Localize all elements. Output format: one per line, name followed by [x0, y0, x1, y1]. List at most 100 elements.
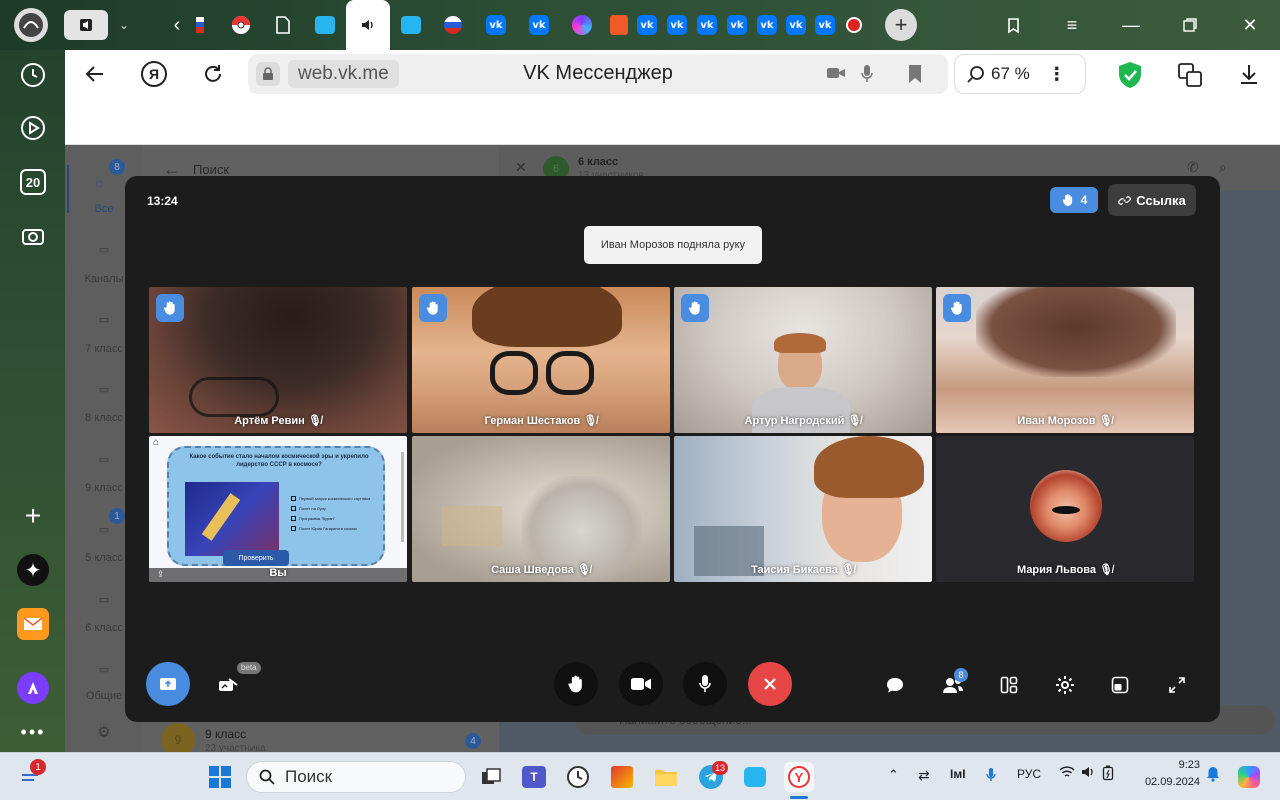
participant-tile[interactable]: Артур Нагродский 🎙︎̸ — [674, 287, 932, 433]
copilot-icon[interactable] — [1236, 764, 1262, 790]
close-chat-icon[interactable]: ✕ — [515, 159, 527, 176]
tab-vk-icon[interactable]: vk — [524, 10, 554, 40]
tab-chat-app-icon[interactable] — [310, 10, 340, 40]
sparkle-app-icon[interactable]: ✦ — [17, 554, 49, 586]
tab-record-icon[interactable] — [839, 10, 869, 40]
tab-vk-icon[interactable]: vk — [781, 10, 811, 40]
close-window-icon[interactable]: ✕ — [1236, 12, 1264, 38]
chat-button[interactable] — [880, 670, 910, 700]
participant-tile[interactable]: Иван Морозов 🎙︎̸ — [936, 287, 1194, 433]
new-tab-plus-icon[interactable]: + — [885, 9, 917, 41]
reload-icon[interactable] — [201, 62, 225, 91]
store-app-icon[interactable] — [607, 762, 637, 792]
minimize-icon[interactable]: — — [1117, 12, 1145, 38]
participant-tile[interactable]: Артём Ревин 🎙︎̸ — [149, 287, 407, 433]
tab-vk-icon[interactable]: vk — [810, 10, 840, 40]
download-icon[interactable] — [1237, 62, 1261, 91]
taskbar-search[interactable]: Поиск — [246, 761, 466, 793]
add-sidebar-plus-icon[interactable]: + — [17, 500, 49, 532]
url-field[interactable]: web.vk.me VK Мессенджер — [248, 54, 948, 94]
more-options-icon[interactable]: ⋮ — [1048, 64, 1066, 85]
screen-share-tile[interactable]: ⌂ Какое событие стало началом космическо… — [149, 436, 407, 582]
participant-tile[interactable]: Герман Шестаков 🎙︎̸ — [412, 287, 670, 433]
raised-hands-button[interactable]: 4 — [1050, 187, 1098, 213]
clock-time[interactable]: 9:23 — [1136, 759, 1200, 771]
chat-search-label[interactable]: Поиск — [193, 162, 229, 177]
end-call-button[interactable] — [748, 662, 792, 706]
settings-gear-icon[interactable]: ⚙ — [65, 723, 143, 741]
copy-link-button[interactable]: Ссылка — [1108, 184, 1196, 216]
bookmark-icon[interactable] — [908, 64, 922, 89]
video-play-icon[interactable] — [17, 112, 49, 144]
tab-vk-icon[interactable]: vk — [632, 10, 662, 40]
chat-search-icon[interactable]: ⌕ — [1219, 159, 1227, 176]
chat-name[interactable]: 9 класс — [205, 727, 246, 741]
tab-pokeball-icon[interactable] — [226, 10, 256, 40]
quiz-card: Какое событие стало началом космической … — [167, 446, 385, 566]
file-explorer-icon[interactable] — [651, 762, 681, 792]
teams-app-icon[interactable]: T — [519, 762, 549, 792]
active-tab-vk-messenger[interactable] — [346, 0, 390, 50]
back-arrow-icon[interactable] — [83, 62, 107, 91]
zoom-indicator[interactable]: 67 % ⋮ — [954, 54, 1086, 94]
menu-icon[interactable]: ≡ — [1058, 12, 1086, 38]
tray-microphone-icon[interactable] — [986, 767, 996, 786]
restore-icon[interactable] — [1176, 12, 1204, 38]
share-screen-button[interactable] — [146, 662, 190, 706]
raise-hand-button[interactable] — [554, 662, 598, 706]
tab-vk-icon[interactable]: vk — [662, 10, 692, 40]
history-clock-icon[interactable] — [17, 59, 49, 91]
clock-app-icon[interactable] — [563, 762, 593, 792]
tab-chat-app-icon-2[interactable] — [396, 10, 426, 40]
tab-vk-icon[interactable]: vk — [481, 10, 511, 40]
tab-vk-icon[interactable]: vk — [752, 10, 782, 40]
wifi-icon[interactable] — [1059, 765, 1075, 782]
tray-arrows-icon[interactable]: ⇄ — [918, 767, 930, 784]
layout-button[interactable] — [994, 670, 1024, 700]
chat-title[interactable]: 6 класс — [578, 156, 618, 168]
clock-date[interactable]: 02.09.2024 — [1136, 776, 1200, 788]
yandex-logo-icon[interactable]: Я — [141, 61, 167, 87]
tab-flag-icon[interactable] — [192, 10, 208, 40]
screenshot-camera-icon[interactable] — [17, 220, 49, 252]
tab-alice-icon[interactable] — [567, 10, 597, 40]
alice-assistant-icon[interactable] — [17, 672, 49, 704]
task-view-icon[interactable] — [476, 762, 506, 792]
effects-button[interactable] — [213, 670, 243, 700]
microphone-toggle-button[interactable] — [683, 662, 727, 706]
participant-tile[interactable]: Саша Шведова 🎙︎̸ — [412, 436, 670, 582]
tab-document-icon[interactable] — [268, 10, 298, 40]
tab-shield-app-icon[interactable] — [604, 10, 634, 40]
tabs-scroll-left-icon[interactable]: ‹ — [162, 10, 192, 40]
tray-overflow-chevron-icon[interactable]: ⌃ — [888, 767, 899, 783]
calendar-badge[interactable]: 20 — [17, 166, 49, 198]
fullscreen-button[interactable] — [1162, 670, 1192, 700]
tray-media-icon[interactable]: IᴍI — [950, 767, 966, 781]
camera-toggle-button[interactable] — [619, 662, 663, 706]
profile-avatar[interactable] — [14, 8, 48, 42]
call-settings-button[interactable] — [1050, 670, 1080, 700]
chat-app-icon[interactable] — [740, 762, 770, 792]
minimize-call-button[interactable] — [1105, 670, 1135, 700]
call-phone-icon[interactable]: ✆ — [1187, 159, 1199, 176]
microphone-permission-icon[interactable] — [860, 64, 874, 89]
notifications-bell-icon[interactable] — [1206, 766, 1220, 785]
translate-icon[interactable] — [1177, 62, 1203, 93]
input-language[interactable]: РУС — [1017, 767, 1041, 781]
collections-icon[interactable] — [1000, 12, 1028, 38]
tabs-dropdown-chevron-icon[interactable]: ⌄ — [110, 10, 138, 40]
camera-permission-icon[interactable] — [826, 65, 846, 86]
protect-shield-icon[interactable] — [1117, 61, 1143, 94]
participant-tile[interactable]: Мария Львова 🎙︎̸ — [936, 436, 1194, 582]
yandex-browser-icon[interactable]: Y — [784, 762, 814, 792]
mail-app-icon[interactable] — [17, 608, 49, 640]
pinned-sound-tab[interactable] — [64, 10, 108, 40]
battery-icon[interactable] — [1102, 765, 1114, 784]
tab-vk-icon[interactable]: vk — [692, 10, 722, 40]
participant-tile[interactable]: Таисия Бикаева 🎙︎̸ — [674, 436, 932, 582]
start-windows-icon[interactable] — [208, 765, 232, 794]
volume-icon[interactable] — [1081, 765, 1097, 782]
tab-russia-flag-icon[interactable] — [438, 10, 468, 40]
more-dots-icon[interactable]: ••• — [17, 716, 49, 748]
tab-vk-icon[interactable]: vk — [722, 10, 752, 40]
